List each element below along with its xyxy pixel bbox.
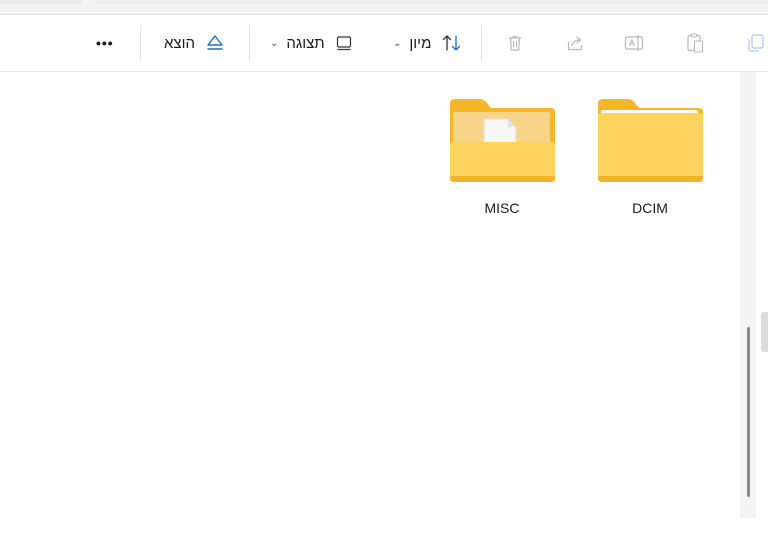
sort-label: מיון xyxy=(409,34,432,52)
sort-icon xyxy=(441,33,463,53)
command-bar: ••• הוצא ⌄ תצוגה ⌄ מיון xyxy=(0,15,768,72)
view-button[interactable]: ⌄ תצוגה xyxy=(270,15,353,71)
tab-edge xyxy=(0,0,82,4)
clipboard-icon xyxy=(687,33,704,53)
toolbar-separator xyxy=(140,25,141,61)
trash-icon xyxy=(509,35,521,51)
file-list-view: DCIM MISC xyxy=(0,72,740,518)
outer-scrollbar-thumb[interactable] xyxy=(761,312,768,352)
toolbar-separator xyxy=(249,25,250,61)
rename-button[interactable] xyxy=(623,31,647,55)
view-icon xyxy=(335,34,353,52)
scrollbar-thumb[interactable] xyxy=(747,327,750,497)
view-label: תצוגה xyxy=(286,34,325,52)
window-top-strip xyxy=(0,0,768,15)
paste-button[interactable] xyxy=(683,31,707,55)
sort-button[interactable]: ⌄ מיון xyxy=(393,15,463,71)
more-options-icon: ••• xyxy=(96,35,114,51)
folder-name: MISC xyxy=(484,200,520,216)
chevron-down-icon: ⌄ xyxy=(393,37,402,49)
chevron-down-icon: ⌄ xyxy=(270,37,279,49)
copy-button[interactable] xyxy=(744,31,768,55)
toolbar-separator xyxy=(481,25,482,61)
more-options-button[interactable]: ••• xyxy=(96,15,114,71)
eject-button[interactable]: הוצא xyxy=(164,15,225,71)
eject-label: הוצא xyxy=(164,34,195,52)
share-button[interactable] xyxy=(563,31,587,55)
share-icon xyxy=(567,36,583,51)
delete-button[interactable] xyxy=(503,31,527,55)
eject-icon xyxy=(205,33,225,53)
folder-name: DCIM xyxy=(632,200,668,216)
folder-icon xyxy=(598,99,703,182)
folder-with-document-icon xyxy=(450,99,555,182)
status-area xyxy=(0,518,768,544)
outer-panel-edge xyxy=(756,72,768,518)
copy-icon xyxy=(748,34,764,52)
address-bar-edge xyxy=(96,0,768,4)
rename-icon xyxy=(624,35,644,51)
